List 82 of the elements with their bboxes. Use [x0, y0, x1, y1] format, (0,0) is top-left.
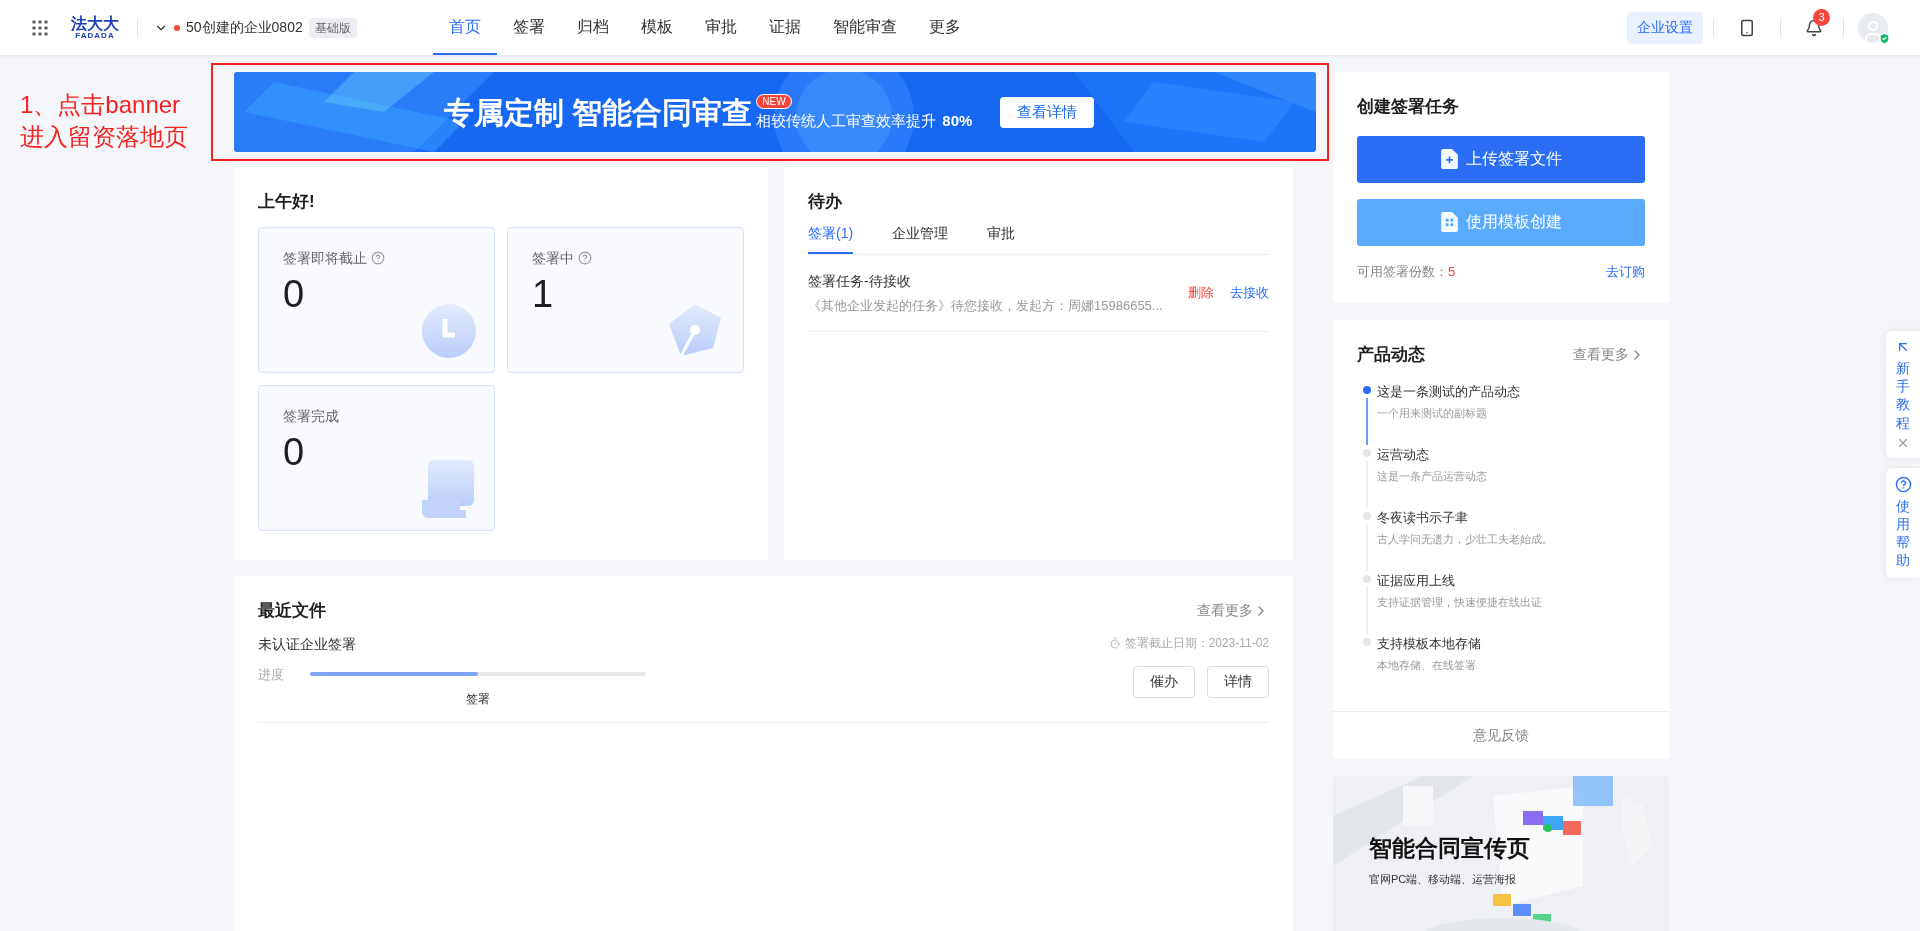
todo-tab[interactable]: 签署(1): [808, 222, 854, 254]
view-more-link[interactable]: 查看更多: [1573, 344, 1645, 366]
news-title[interactable]: 证据应用上线: [1377, 570, 1542, 590]
news-subtitle: 这是一条产品运营动态: [1377, 469, 1487, 484]
avatar[interactable]: [1858, 12, 1888, 43]
side-tool-label: 使用帮助: [1896, 496, 1910, 570]
create-task-title: 创建签署任务: [1357, 96, 1460, 118]
stat-card[interactable]: 签署中 1: [507, 226, 744, 373]
banner-subtitle: 相较传统人工审查效率提升: [756, 110, 937, 131]
nav-tab[interactable]: 模板: [624, 0, 689, 55]
buy-link[interactable]: 去订购: [1606, 261, 1645, 281]
scroll-icon: [422, 459, 474, 518]
stat-value: 0: [283, 432, 306, 471]
todo-tab[interactable]: 审批: [987, 222, 1016, 254]
nav-tab[interactable]: 归档: [560, 0, 625, 55]
help-icon[interactable]: [578, 251, 592, 265]
progress-stage: 签署: [466, 691, 490, 708]
news-subtitle: 本地存储、在线签署: [1377, 658, 1477, 673]
todo-action-link[interactable]: 去接收: [1230, 283, 1269, 303]
side-tool-tab[interactable]: 使用帮助: [1886, 467, 1920, 578]
progress-label: 进度: [258, 665, 285, 684]
recent-files-title: 最近文件: [258, 600, 326, 622]
annotation-text: 1、点击banner: [20, 90, 182, 120]
create-task-button[interactable]: 上传签署文件: [1357, 135, 1645, 183]
stat-label: 签署完成: [283, 406, 339, 426]
side-tool-label: 新手教程: [1896, 359, 1910, 432]
todo-item-title: 签署任务-待接收: [808, 271, 912, 291]
stat-card[interactable]: 签署即将截止 0: [258, 226, 495, 373]
file-name: 未认证企业签署: [258, 634, 357, 654]
file-action-button[interactable]: 催办: [1133, 665, 1195, 698]
file-action-button[interactable]: 详情: [1207, 665, 1269, 698]
phone-icon[interactable]: [1738, 18, 1756, 37]
logo[interactable]: 法大大 FADADA: [71, 15, 119, 40]
todo-title: 待办: [808, 191, 843, 213]
news-subtitle: 支持证据管理，快速便捷在线出证: [1377, 595, 1542, 610]
stat-card[interactable]: 签署完成 0: [258, 384, 495, 531]
news-title[interactable]: 冬夜读书示子聿: [1377, 507, 1553, 527]
feedback-link[interactable]: 意见反馈: [1333, 710, 1669, 759]
todo-action-link[interactable]: 删除: [1188, 283, 1214, 303]
annotation-text: 进入留资落地页: [20, 122, 189, 152]
todo-item-description: 《其他企业发起的任务》待您接收，发起方：周娜15986655...: [808, 296, 1164, 315]
news-subtitle: 一个用来测试的副标题: [1377, 406, 1488, 421]
help-icon[interactable]: [371, 251, 385, 265]
nav-tab[interactable]: 更多: [912, 0, 977, 55]
product-news-title: 产品动态: [1357, 344, 1425, 366]
stat-label: 签署中: [532, 248, 574, 268]
nav-tab[interactable]: 智能审查: [816, 0, 913, 55]
todo-tab[interactable]: 企业管理: [892, 222, 949, 254]
news-title[interactable]: 这是一条测试的产品动态: [1377, 381, 1520, 401]
promo-subtitle: 官网PC端、移动端、运营海报: [1369, 872, 1518, 887]
nav-tab[interactable]: 首页: [432, 0, 497, 55]
banner-highlight: 80%: [942, 110, 973, 131]
deadline-text: 签署截止日期：2023-11-02: [1124, 634, 1269, 652]
stat-value: 1: [532, 274, 555, 313]
banner-title: 专属定制 智能合同审查: [444, 94, 753, 131]
stat-label: 签署即将截止: [283, 248, 367, 268]
side-tool-tab[interactable]: 新手教程: [1886, 331, 1920, 458]
quota-value: 5: [1448, 262, 1456, 281]
promo-title: 智能合同宣传页: [1369, 833, 1531, 863]
news-title[interactable]: 支持模板本地存储: [1377, 633, 1481, 653]
help-icon: [1894, 475, 1912, 493]
org-switcher[interactable]: 50创建的企业0802: [154, 17, 303, 38]
clock-icon: [422, 303, 476, 358]
news-subtitle: 古人学问无遗力，少壮工夫老始成。: [1377, 532, 1553, 547]
view-more-link[interactable]: 查看更多: [1197, 600, 1269, 622]
enterprise-settings-button[interactable]: 企业设置: [1627, 11, 1703, 44]
plan-badge: 基础版: [308, 17, 357, 38]
view-details-button[interactable]: 查看详情: [1000, 96, 1095, 128]
nav-tab[interactable]: 审批: [688, 0, 753, 55]
app-grid-icon[interactable]: [31, 18, 49, 37]
stat-value: 0: [283, 274, 306, 313]
promo-card[interactable]: 智能合同宣传页 官网PC端、移动端、运营海报: [1333, 775, 1669, 931]
document-icon: [1440, 212, 1458, 232]
quota-label: 可用签署份数：: [1357, 262, 1448, 281]
document-icon: [1440, 149, 1458, 169]
notification-count: 3: [1813, 8, 1830, 26]
nav-tab[interactable]: 签署: [496, 0, 561, 55]
news-title[interactable]: 运营动态: [1377, 444, 1487, 464]
nav-tab[interactable]: 证据: [752, 0, 817, 55]
greeting-title: 上午好!: [258, 191, 316, 213]
timer-icon: [1108, 636, 1121, 649]
verified-shield-icon: [1878, 31, 1891, 45]
